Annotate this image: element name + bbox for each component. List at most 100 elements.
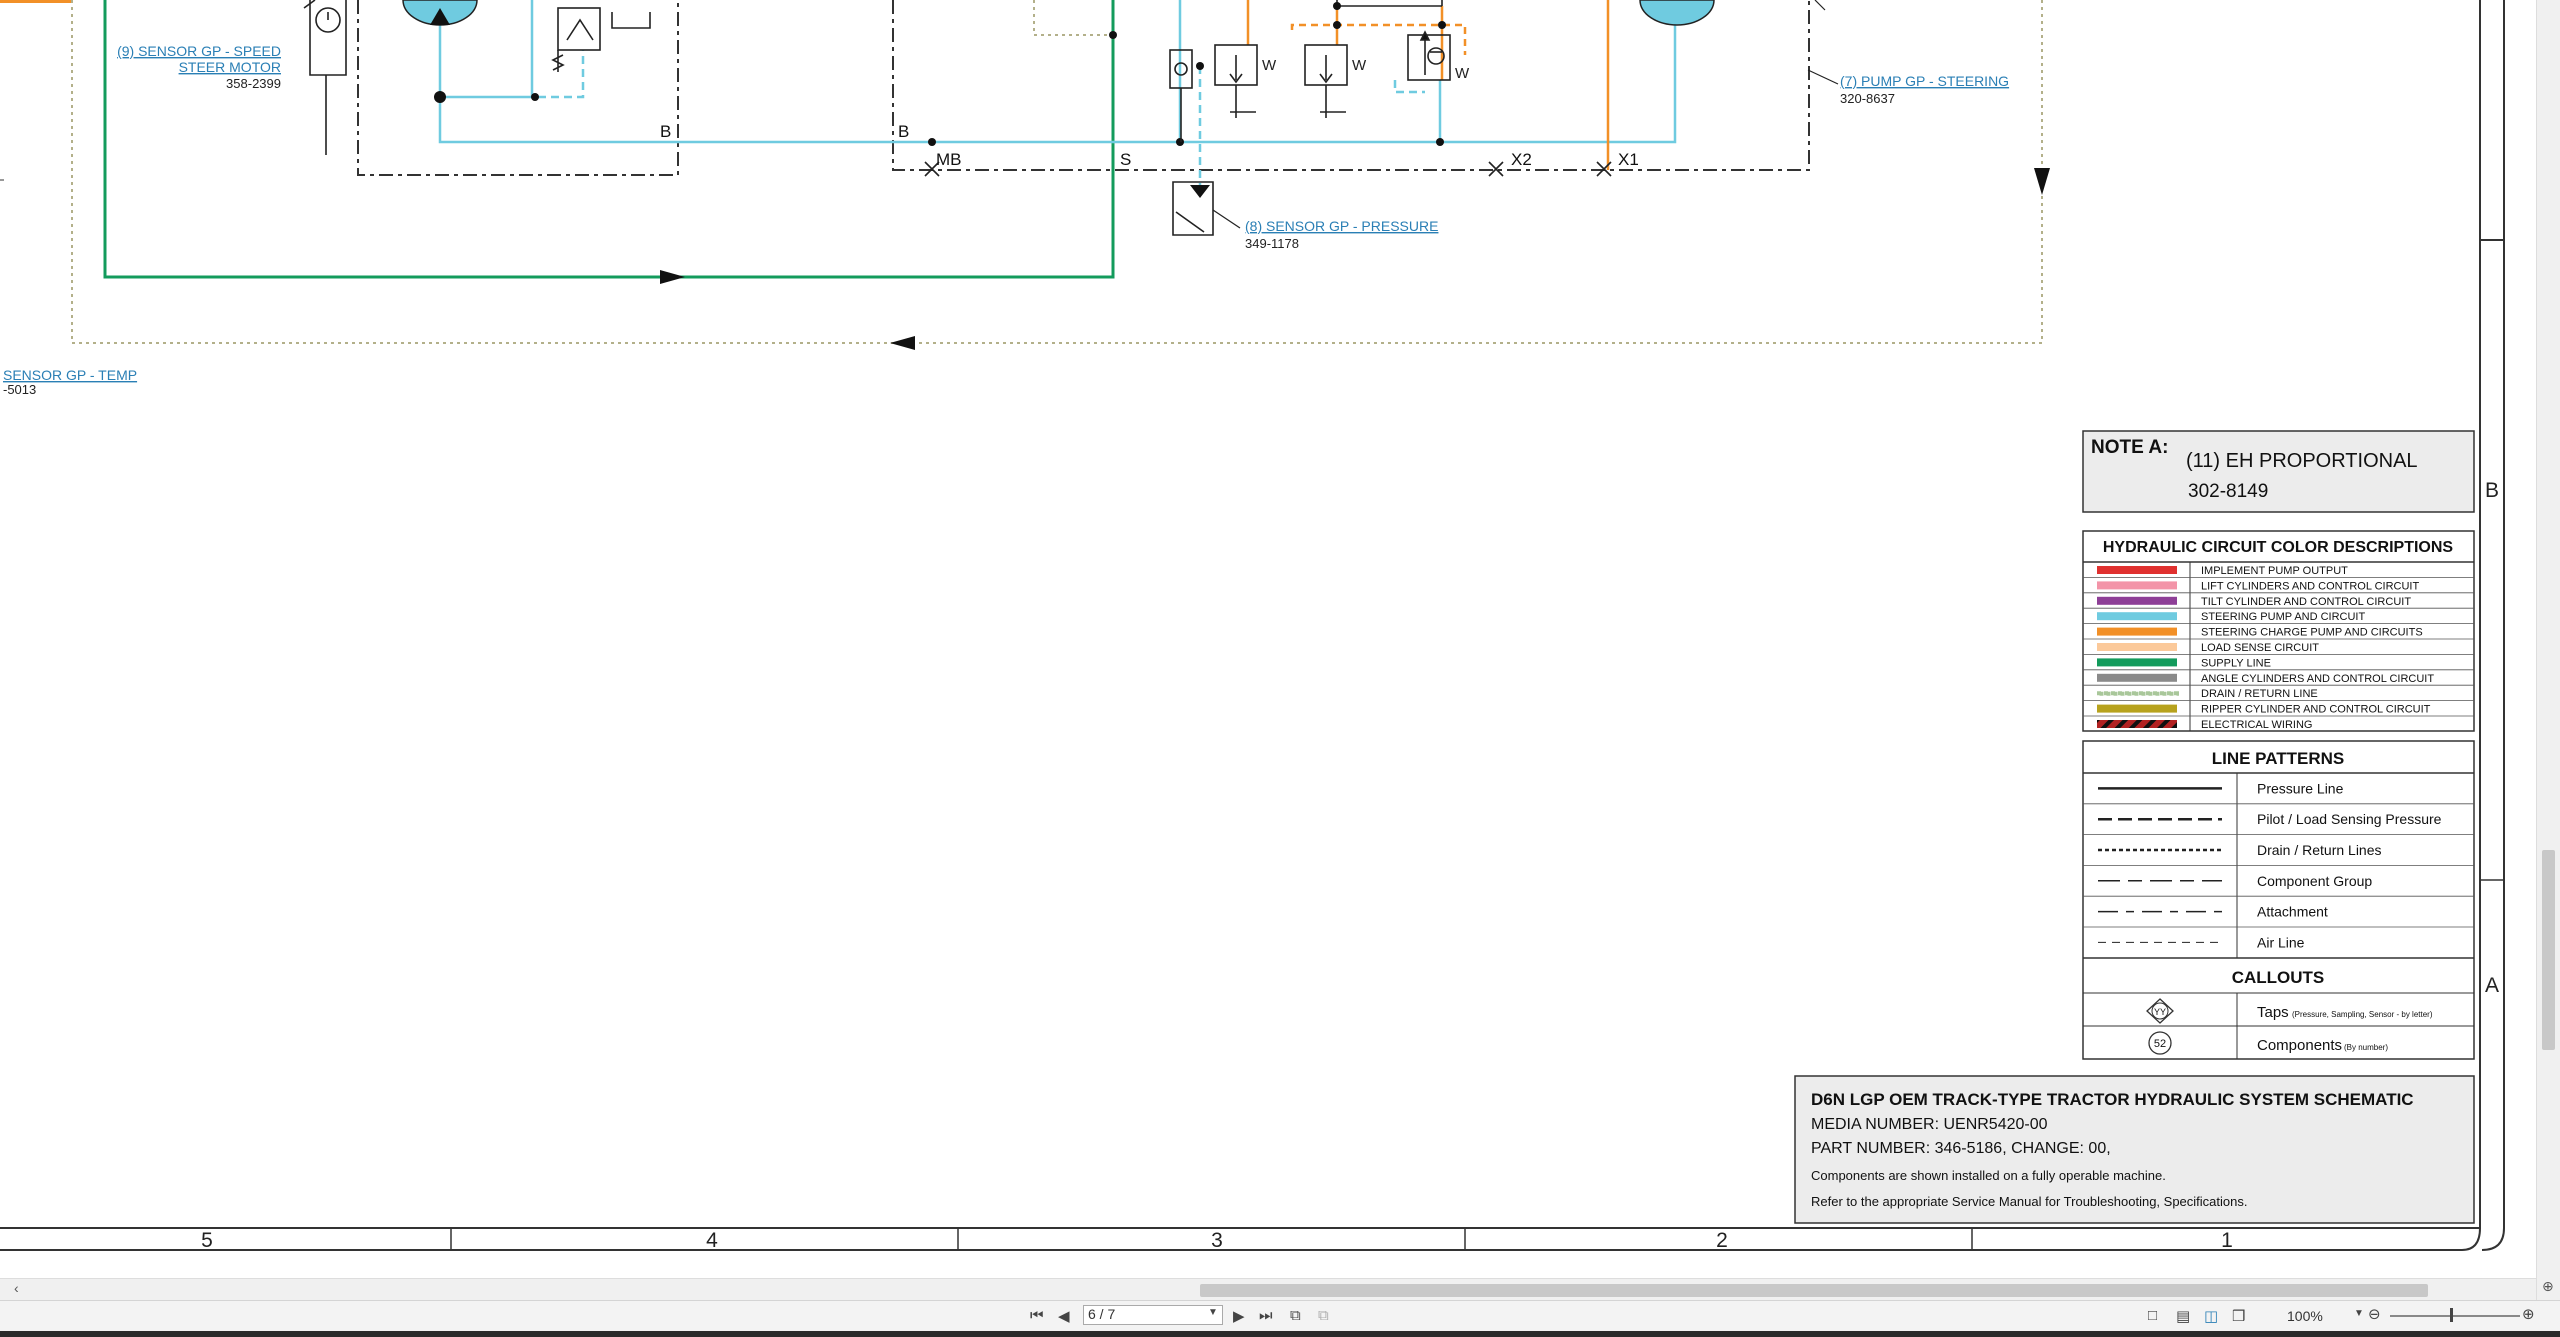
relief-valve-1 bbox=[1214, 44, 1258, 118]
steering-pilot-lines bbox=[538, 50, 1425, 185]
label-sensor-pressure-part: 349-1178 bbox=[1245, 236, 1299, 251]
legend-label: RIPPER CYLINDER AND CONTROL CIRCUIT bbox=[2201, 704, 2431, 716]
title-block: D6N LGP OEM TRACK-TYPE TRACTOR HYDRAULIC… bbox=[1794, 1075, 2475, 1224]
copy-page-icon[interactable]: ⧉ bbox=[1290, 1307, 1301, 1324]
black-connections bbox=[1336, 0, 1443, 7]
pressure-switch-symbol bbox=[551, 7, 651, 72]
grid-col-1: 1 bbox=[2221, 1229, 2233, 1252]
taps-note: (Pressure, Sampling, Sensor - by letter) bbox=[2292, 1010, 2433, 1019]
taskbar-strip bbox=[0, 1331, 2560, 1337]
single-page-view-icon[interactable]: □ bbox=[2148, 1307, 2157, 1324]
scroll-left-icon[interactable]: ‹ bbox=[14, 1280, 19, 1296]
label-sensor-speed-part: 358-2399 bbox=[226, 76, 281, 91]
port-x2: X2 bbox=[1511, 150, 1532, 169]
pattern-label: Drain / Return Lines bbox=[2257, 842, 2382, 858]
speed-sensor-symbol bbox=[303, 0, 347, 155]
horizontal-scroll-thumb[interactable] bbox=[1200, 1284, 2428, 1297]
label-sensor-temp[interactable]: SENSOR GP - TEMP bbox=[3, 367, 137, 383]
note-a-box: NOTE A: (11) EH PROPORTIONAL 302-8149 bbox=[2082, 430, 2475, 513]
first-page-icon[interactable]: ⏮ bbox=[1030, 1307, 1044, 1324]
charge-pilot-lines bbox=[1290, 23, 1467, 55]
legend-label: DRAIN / RETURN LINE bbox=[2201, 688, 2318, 700]
pump-symbol-left bbox=[402, 0, 478, 26]
legend-label: IMPLEMENT PUMP OUTPUT bbox=[2201, 565, 2348, 577]
drain-line-loop bbox=[71, 0, 2043, 344]
taps-label: Taps bbox=[2257, 1004, 2289, 1021]
color-legend: HYDRAULIC CIRCUIT COLOR DESCRIPTIONS IMP… bbox=[2082, 530, 2475, 732]
vertical-scrollbar[interactable]: ⊕ bbox=[2536, 0, 2560, 1300]
orange-top-mark bbox=[0, 0, 72, 3]
port-s: S bbox=[1120, 150, 1131, 169]
note-a-title: NOTE A: bbox=[2091, 437, 2168, 458]
line-patterns-title: LINE PATTERNS bbox=[2212, 749, 2345, 768]
note-a-line2: 302-8149 bbox=[2188, 481, 2268, 502]
pump-symbol-right bbox=[1639, 0, 1722, 32]
flow-arrow-left bbox=[890, 336, 915, 350]
title-block-part: PART NUMBER: 346-5186, CHANGE: 00, bbox=[1811, 1140, 2111, 1157]
last-page-icon[interactable]: ⏭ bbox=[1259, 1307, 1273, 1324]
legend-swatch bbox=[2097, 720, 2177, 728]
viewer-toolbar: ⏮ ◀ 6 / 7 ▼ ▶ ⏭ ⧉ ⧉ □ ▤ ◫ ❒ 100% ▼ ⊖ ⊕ bbox=[0, 1300, 2560, 1332]
legend-swatch bbox=[2097, 673, 2177, 682]
legend-swatch bbox=[2097, 704, 2177, 713]
spring-glyphs: W W W bbox=[1262, 57, 1470, 82]
chevron-down-icon[interactable]: ▼ bbox=[1208, 1307, 1218, 1318]
color-legend-title: HYDRAULIC CIRCUIT COLOR DESCRIPTIONS bbox=[2103, 539, 2454, 556]
legend-swatch bbox=[2097, 643, 2177, 651]
legend-label: STEERING CHARGE PUMP AND CIRCUITS bbox=[2201, 627, 2423, 639]
legend-label: LOAD SENSE CIRCUIT bbox=[2201, 642, 2319, 654]
relief-valve-2 bbox=[1304, 44, 1348, 118]
prev-page-icon[interactable]: ◀ bbox=[1058, 1307, 1070, 1325]
schematic-canvas: W W W B B MB S X2 X1 (9) SENSOR GP - SPE… bbox=[0, 0, 2505, 1252]
legend-swatch bbox=[2097, 566, 2177, 574]
components-note: (By number) bbox=[2344, 1043, 2388, 1052]
zoom-slider-handle[interactable] bbox=[2450, 1308, 2453, 1322]
legend-swatch bbox=[2097, 612, 2177, 621]
legend-label: TILT CYLINDER AND CONTROL CIRCUIT bbox=[2201, 596, 2411, 608]
zoom-in-toolbar-icon[interactable]: ⊕ bbox=[2522, 1305, 2535, 1323]
two-page-view-icon[interactable]: ◫ bbox=[2204, 1307, 2218, 1325]
page-select[interactable]: 6 / 7 bbox=[1083, 1305, 1223, 1325]
horizontal-scrollbar[interactable]: ‹ bbox=[0, 1278, 2536, 1301]
fit-page-icon[interactable]: ❒ bbox=[2232, 1307, 2245, 1325]
label-pump-steering[interactable]: (7) PUMP GP - STEERING bbox=[1840, 73, 2009, 89]
next-page-icon[interactable]: ▶ bbox=[1233, 1307, 1245, 1325]
junction-dots bbox=[434, 2, 1446, 146]
component-symbol: 52 bbox=[2148, 1031, 2172, 1055]
pressure-sensor-symbol bbox=[1172, 181, 1241, 236]
leader-lines bbox=[1807, 0, 1839, 85]
port-b-right: B bbox=[898, 122, 909, 141]
label-sensor-pressure[interactable]: (8) SENSOR GP - PRESSURE bbox=[1245, 218, 1438, 234]
copy-page-disabled-icon: ⧉ bbox=[1318, 1307, 1329, 1324]
pattern-label: Air Line bbox=[2257, 934, 2305, 950]
callouts-title: CALLOUTS bbox=[2232, 968, 2325, 987]
legend-swatch bbox=[2097, 596, 2177, 605]
legend-swatch bbox=[2097, 627, 2177, 636]
flow-arrow-right bbox=[660, 270, 685, 284]
grid-col-5: 5 bbox=[201, 1229, 213, 1252]
check-valve-symbol bbox=[1169, 49, 1193, 142]
zoom-chevron-down-icon[interactable]: ▼ bbox=[2354, 1308, 2364, 1319]
steering-lines bbox=[438, 0, 1677, 144]
label-sensor-speed-2[interactable]: STEER MOTOR bbox=[179, 59, 281, 75]
pattern-label: Pilot / Load Sensing Pressure bbox=[2257, 811, 2442, 827]
pattern-label: Pressure Line bbox=[2257, 780, 2344, 796]
zoom-out-icon[interactable]: ⊖ bbox=[2368, 1305, 2381, 1323]
line-patterns-table: LINE PATTERNS Pressure Line Pilot / Load … bbox=[2082, 740, 2475, 1060]
zoom-level[interactable]: 100% bbox=[2287, 1308, 2323, 1324]
legend-label: ELECTRICAL WIRING bbox=[2201, 719, 2312, 731]
supply-line-loop bbox=[103, 0, 1115, 279]
taps-symbol-text: YY bbox=[2154, 1007, 2166, 1017]
zoom-slider[interactable] bbox=[2390, 1315, 2520, 1317]
port-b-left: B bbox=[660, 122, 671, 141]
note-a-line1: (11) EH PROPORTIONAL bbox=[2186, 450, 2418, 472]
pattern-label: Attachment bbox=[2257, 904, 2328, 920]
port-x1: X1 bbox=[1618, 150, 1639, 169]
grid-col-3: 3 bbox=[1211, 1229, 1223, 1252]
continuous-view-icon[interactable]: ▤ bbox=[2176, 1307, 2190, 1325]
vertical-scroll-thumb[interactable] bbox=[2542, 850, 2555, 1050]
spring-w-1: W bbox=[1262, 57, 1277, 74]
label-sensor-speed-1[interactable]: (9) SENSOR GP - SPEED bbox=[117, 43, 281, 59]
zoom-in-icon[interactable]: ⊕ bbox=[2542, 1278, 2554, 1295]
legend-swatch bbox=[2095, 691, 2179, 696]
